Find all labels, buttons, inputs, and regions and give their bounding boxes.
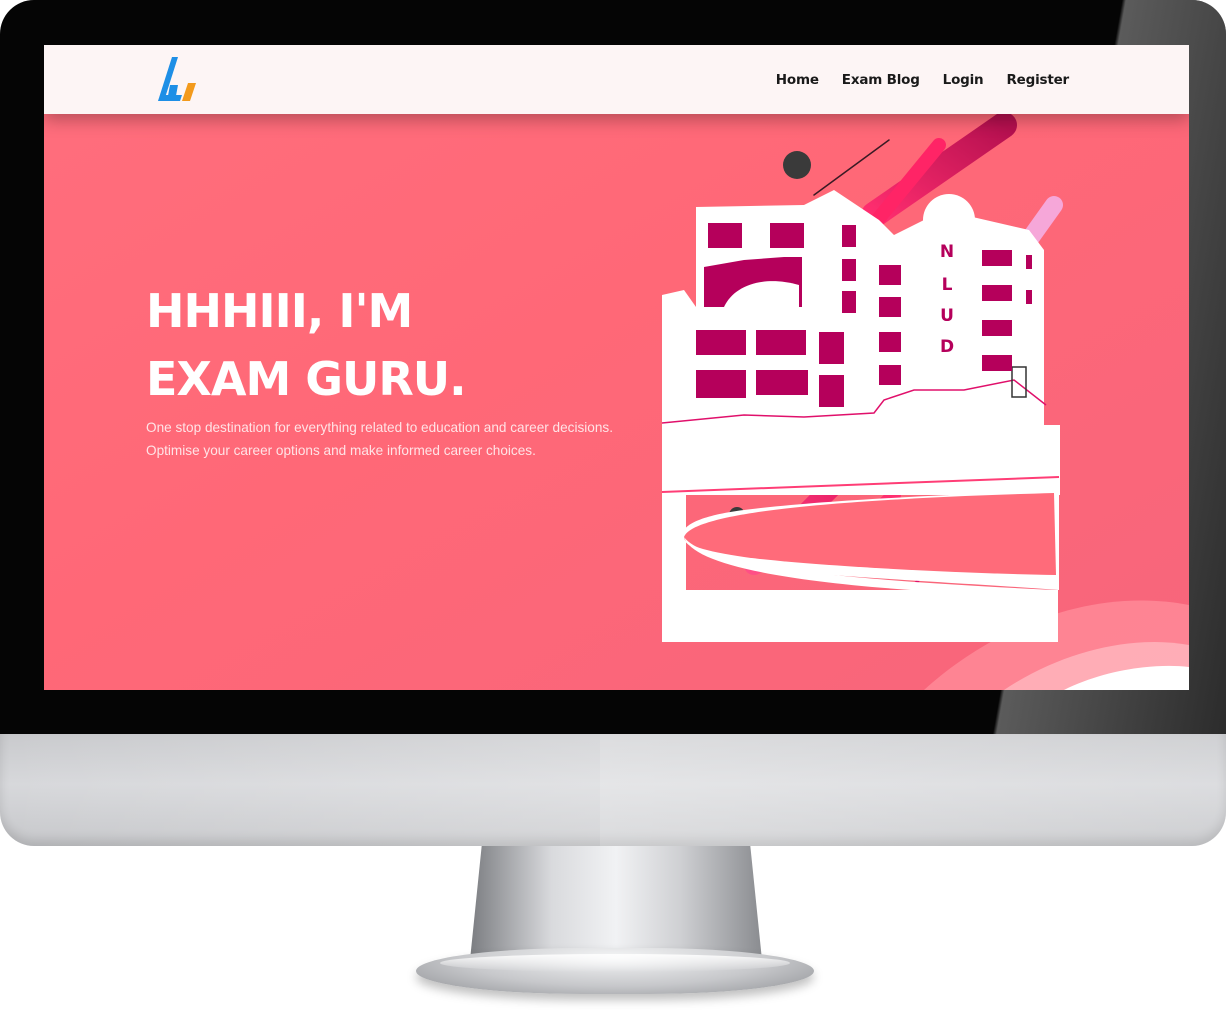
sign-letter: L	[942, 275, 953, 295]
monitor-stand	[470, 846, 762, 960]
decor-dot	[783, 151, 811, 179]
hero-subtitle: One stop destination for everything rela…	[146, 420, 614, 458]
brand-logo-icon[interactable]	[154, 55, 200, 105]
nav-menu: Home Exam Blog Login Register	[776, 45, 1069, 114]
nav-link-login[interactable]: Login	[943, 72, 984, 88]
sign-letter: N	[940, 242, 954, 262]
sign-letter: U	[940, 306, 954, 326]
nav-link-home[interactable]: Home	[776, 72, 819, 88]
top-navbar: Home Exam Blog Login Register	[44, 45, 1189, 114]
monitor-bezel: N L U D Home Exam Blog Login Register HH…	[0, 0, 1226, 740]
monitor-mockup: N L U D Home Exam Blog Login Register HH…	[0, 0, 1228, 1010]
monitor-chin	[0, 734, 1226, 846]
hero-title: HHHIII, I'M EXAM GURU.	[146, 284, 467, 406]
nav-link-register[interactable]: Register	[1006, 72, 1069, 88]
sign-letter: D	[940, 337, 954, 357]
monitor-stand-base	[416, 948, 814, 994]
website-screen: N L U D Home Exam Blog Login Register HH…	[44, 45, 1189, 690]
nav-link-exam-blog[interactable]: Exam Blog	[842, 72, 920, 88]
